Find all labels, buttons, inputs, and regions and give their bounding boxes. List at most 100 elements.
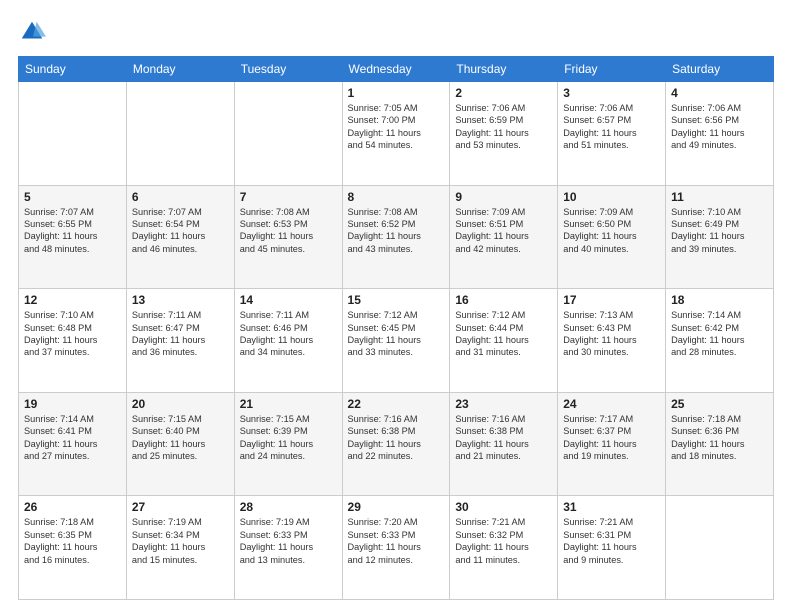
day-cell: 30 Sunrise: 7:21 AM Sunset: 6:32 PM Dayli… [450, 496, 558, 600]
day-header-tuesday: Tuesday [234, 57, 342, 82]
day-number: 5 [24, 190, 121, 204]
day-cell: 28 Sunrise: 7:19 AM Sunset: 6:33 PM Dayli… [234, 496, 342, 600]
day-number: 29 [348, 500, 445, 514]
day-cell: 14Sunrise: 7:11 AM Sunset: 6:46 PM Dayli… [234, 289, 342, 393]
day-number: 1 [348, 86, 445, 100]
day-info: Sunrise: 7:20 AM Sunset: 6:33 PM Dayligh… [348, 516, 445, 566]
day-number: 3 [563, 86, 660, 100]
day-cell: 1Sunrise: 7:05 AM Sunset: 7:00 PM Daylig… [342, 82, 450, 186]
day-number: 21 [240, 397, 337, 411]
day-cell: 3Sunrise: 7:06 AM Sunset: 6:57 PM Daylig… [558, 82, 666, 186]
day-cell: 6 Sunrise: 7:07 AM Sunset: 6:54 PM Daylig… [126, 185, 234, 289]
day-number: 28 [240, 500, 337, 514]
day-cell: 23 Sunrise: 7:16 AM Sunset: 6:38 PM Dayli… [450, 392, 558, 496]
day-number: 12 [24, 293, 121, 307]
day-info: Sunrise: 7:07 AM Sunset: 6:54 PM Dayligh… [132, 206, 229, 256]
day-info: Sunrise: 7:09 AM Sunset: 6:50 PM Dayligh… [563, 206, 660, 256]
day-info: Sunrise: 7:12 AM Sunset: 6:45 PM Dayligh… [348, 309, 445, 359]
day-cell: 20Sunrise: 7:15 AM Sunset: 6:40 PM Dayli… [126, 392, 234, 496]
day-header-thursday: Thursday [450, 57, 558, 82]
logo-icon [18, 18, 46, 46]
week-row-2: 12Sunrise: 7:10 AM Sunset: 6:48 PM Dayli… [19, 289, 774, 393]
day-number: 2 [455, 86, 552, 100]
day-cell [19, 82, 127, 186]
day-cell: 26Sunrise: 7:18 AM Sunset: 6:35 PM Dayli… [19, 496, 127, 600]
day-number: 27 [132, 500, 229, 514]
day-cell: 11 Sunrise: 7:10 AM Sunset: 6:49 PM Dayli… [666, 185, 774, 289]
day-header-saturday: Saturday [666, 57, 774, 82]
day-info: Sunrise: 7:15 AM Sunset: 6:40 PM Dayligh… [132, 413, 229, 463]
week-row-1: 5 Sunrise: 7:07 AM Sunset: 6:55 PM Daylig… [19, 185, 774, 289]
day-cell: 19 Sunrise: 7:14 AM Sunset: 6:41 PM Dayli… [19, 392, 127, 496]
day-number: 23 [455, 397, 552, 411]
day-info: Sunrise: 7:08 AM Sunset: 6:52 PM Dayligh… [348, 206, 445, 256]
day-header-sunday: Sunday [19, 57, 127, 82]
day-cell: 9 Sunrise: 7:09 AM Sunset: 6:51 PM Daylig… [450, 185, 558, 289]
day-number: 7 [240, 190, 337, 204]
day-number: 22 [348, 397, 445, 411]
header-row: SundayMondayTuesdayWednesdayThursdayFrid… [19, 57, 774, 82]
logo [18, 18, 50, 46]
day-info: Sunrise: 7:13 AM Sunset: 6:43 PM Dayligh… [563, 309, 660, 359]
day-info: Sunrise: 7:21 AM Sunset: 6:31 PM Dayligh… [563, 516, 660, 566]
day-cell: 21Sunrise: 7:15 AM Sunset: 6:39 PM Dayli… [234, 392, 342, 496]
day-cell [126, 82, 234, 186]
day-cell: 18 Sunrise: 7:14 AM Sunset: 6:42 PM Dayli… [666, 289, 774, 393]
day-cell: 12Sunrise: 7:10 AM Sunset: 6:48 PM Dayli… [19, 289, 127, 393]
day-number: 4 [671, 86, 768, 100]
day-info: Sunrise: 7:21 AM Sunset: 6:32 PM Dayligh… [455, 516, 552, 566]
header [18, 18, 774, 46]
day-cell: 22 Sunrise: 7:16 AM Sunset: 6:38 PM Dayli… [342, 392, 450, 496]
day-info: Sunrise: 7:10 AM Sunset: 6:49 PM Dayligh… [671, 206, 768, 256]
day-info: Sunrise: 7:11 AM Sunset: 6:47 PM Dayligh… [132, 309, 229, 359]
day-cell [666, 496, 774, 600]
day-cell: 27 Sunrise: 7:19 AM Sunset: 6:34 PM Dayli… [126, 496, 234, 600]
day-number: 11 [671, 190, 768, 204]
day-number: 18 [671, 293, 768, 307]
day-number: 6 [132, 190, 229, 204]
day-cell: 17 Sunrise: 7:13 AM Sunset: 6:43 PM Dayli… [558, 289, 666, 393]
day-cell: 24 Sunrise: 7:17 AM Sunset: 6:37 PM Dayli… [558, 392, 666, 496]
day-cell [234, 82, 342, 186]
day-number: 25 [671, 397, 768, 411]
day-info: Sunrise: 7:07 AM Sunset: 6:55 PM Dayligh… [24, 206, 121, 256]
day-cell: 7 Sunrise: 7:08 AM Sunset: 6:53 PM Daylig… [234, 185, 342, 289]
day-number: 15 [348, 293, 445, 307]
day-info: Sunrise: 7:06 AM Sunset: 6:56 PM Dayligh… [671, 102, 768, 152]
day-header-friday: Friday [558, 57, 666, 82]
day-number: 16 [455, 293, 552, 307]
day-cell: 5 Sunrise: 7:07 AM Sunset: 6:55 PM Daylig… [19, 185, 127, 289]
day-info: Sunrise: 7:18 AM Sunset: 6:35 PM Dayligh… [24, 516, 121, 566]
day-number: 14 [240, 293, 337, 307]
day-info: Sunrise: 7:08 AM Sunset: 6:53 PM Dayligh… [240, 206, 337, 256]
day-info: Sunrise: 7:17 AM Sunset: 6:37 PM Dayligh… [563, 413, 660, 463]
week-row-3: 19 Sunrise: 7:14 AM Sunset: 6:41 PM Dayli… [19, 392, 774, 496]
day-info: Sunrise: 7:06 AM Sunset: 6:59 PM Dayligh… [455, 102, 552, 152]
day-info: Sunrise: 7:16 AM Sunset: 6:38 PM Dayligh… [455, 413, 552, 463]
day-number: 9 [455, 190, 552, 204]
day-info: Sunrise: 7:16 AM Sunset: 6:38 PM Dayligh… [348, 413, 445, 463]
day-info: Sunrise: 7:19 AM Sunset: 6:34 PM Dayligh… [132, 516, 229, 566]
day-info: Sunrise: 7:14 AM Sunset: 6:41 PM Dayligh… [24, 413, 121, 463]
day-cell: 10 Sunrise: 7:09 AM Sunset: 6:50 PM Dayli… [558, 185, 666, 289]
day-cell: 8 Sunrise: 7:08 AM Sunset: 6:52 PM Daylig… [342, 185, 450, 289]
day-number: 17 [563, 293, 660, 307]
day-cell: 4 Sunrise: 7:06 AM Sunset: 6:56 PM Daylig… [666, 82, 774, 186]
week-row-4: 26Sunrise: 7:18 AM Sunset: 6:35 PM Dayli… [19, 496, 774, 600]
day-info: Sunrise: 7:14 AM Sunset: 6:42 PM Dayligh… [671, 309, 768, 359]
day-number: 24 [563, 397, 660, 411]
day-info: Sunrise: 7:19 AM Sunset: 6:33 PM Dayligh… [240, 516, 337, 566]
day-cell: 15 Sunrise: 7:12 AM Sunset: 6:45 PM Dayli… [342, 289, 450, 393]
day-info: Sunrise: 7:09 AM Sunset: 6:51 PM Dayligh… [455, 206, 552, 256]
day-cell: 13Sunrise: 7:11 AM Sunset: 6:47 PM Dayli… [126, 289, 234, 393]
day-number: 19 [24, 397, 121, 411]
calendar-header: SundayMondayTuesdayWednesdayThursdayFrid… [19, 57, 774, 82]
day-number: 8 [348, 190, 445, 204]
day-number: 30 [455, 500, 552, 514]
day-number: 31 [563, 500, 660, 514]
calendar: SundayMondayTuesdayWednesdayThursdayFrid… [18, 56, 774, 600]
day-cell: 31 Sunrise: 7:21 AM Sunset: 6:31 PM Dayli… [558, 496, 666, 600]
day-number: 10 [563, 190, 660, 204]
day-cell: 16Sunrise: 7:12 AM Sunset: 6:44 PM Dayli… [450, 289, 558, 393]
page: SundayMondayTuesdayWednesdayThursdayFrid… [0, 0, 792, 612]
